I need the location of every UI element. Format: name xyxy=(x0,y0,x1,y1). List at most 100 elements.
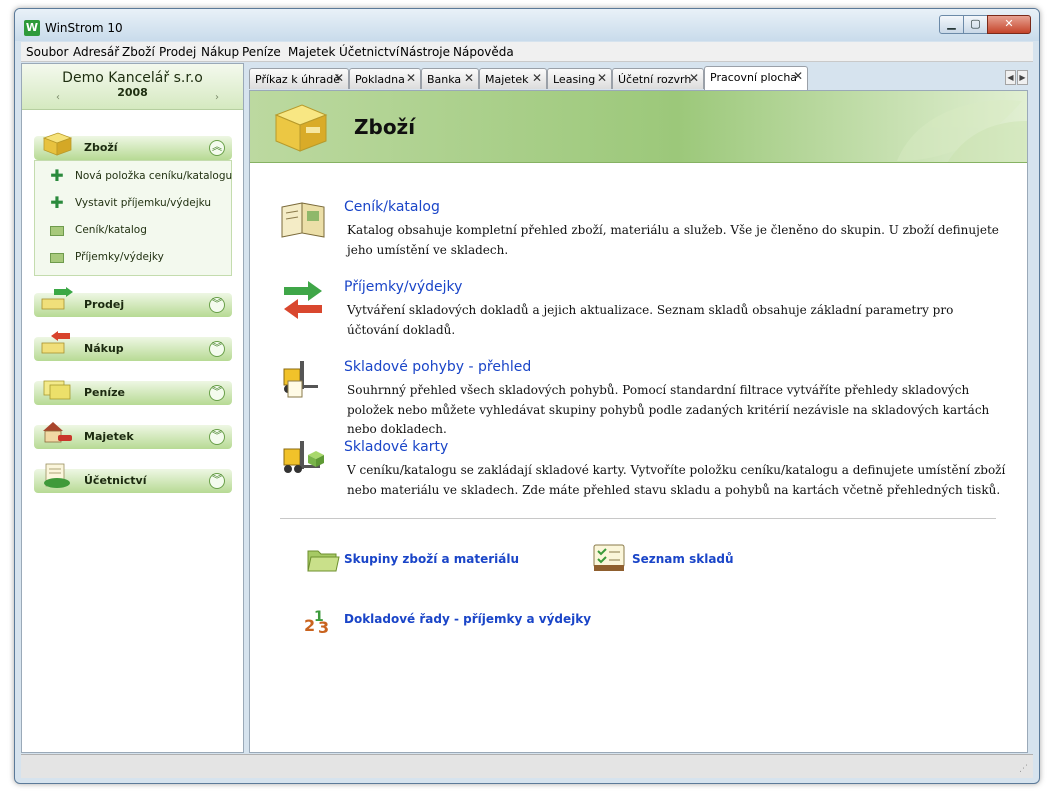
resize-grip-icon[interactable]: ⋰ xyxy=(1019,764,1031,776)
sidebar-item-label: Ceník/katalog xyxy=(75,224,147,236)
tab-scroll-right-icon[interactable]: ▶ xyxy=(1017,70,1028,85)
sidebar-item-label: Vystavit příjemku/výdejku xyxy=(75,197,212,209)
sidebar-section-zbozi[interactable]: Zboží ︽ xyxy=(34,132,232,160)
prev-year-icon[interactable]: ‹ xyxy=(56,92,60,103)
goods-box-icon xyxy=(42,132,73,156)
sidebar-item-label: Nová položka ceníku/katalogu xyxy=(75,170,233,182)
sidebar-section-nakup[interactable]: Nákup ︾ xyxy=(34,331,232,361)
tab-strip: Příkaz k úhradě ✕ Pokladna ✕ Banka ✕ Maj… xyxy=(249,66,1033,90)
leaf-decoration-icon xyxy=(897,100,1027,162)
folder-icon xyxy=(49,250,65,266)
entry-desc-skladove-karty: V ceníku/katalogu se zakládají skladové … xyxy=(347,463,1006,497)
link-seznam-skladu[interactable]: Seznam skladů xyxy=(632,552,734,566)
chevron-down-icon[interactable]: ︾ xyxy=(209,385,225,401)
link-dokladove-rady[interactable]: Dokladové řady - příjemky a výdejky xyxy=(344,612,591,626)
tab-label: Leasing xyxy=(553,73,596,86)
accounting-icon xyxy=(44,463,70,488)
chevron-up-icon[interactable]: ︽ xyxy=(209,140,225,156)
sidebar-section-label: Účetnictví xyxy=(84,474,147,487)
title-bar: W WinStrom 10 ▁ ▢ ✕ xyxy=(15,9,1039,41)
sidebar-section-penize[interactable]: Peníze ︾ xyxy=(34,380,232,405)
main-panel: Zboží Ceník/katalog Katalog obsahuje kom… xyxy=(249,90,1028,753)
tab-pracovni-plocha[interactable]: Pracovní plocha ✕ xyxy=(704,66,808,90)
close-icon[interactable]: ✕ xyxy=(334,71,344,85)
tab-majetek[interactable]: Majetek ✕ xyxy=(479,68,547,89)
tab-leasing[interactable]: Leasing ✕ xyxy=(547,68,612,89)
close-button[interactable]: ✕ xyxy=(987,15,1031,34)
forklift-icon xyxy=(283,441,324,473)
entry-desc-prijemky: Vytváření skladových dokladů a jejich ak… xyxy=(347,303,954,337)
close-icon[interactable]: ✕ xyxy=(464,71,474,85)
tab-label: Majetek xyxy=(485,73,529,86)
menu-zbozi[interactable]: Zboží xyxy=(122,45,155,59)
warehouse-list-icon xyxy=(593,544,625,571)
menu-nakup[interactable]: Nákup xyxy=(201,45,239,59)
close-icon[interactable]: ✕ xyxy=(689,71,699,85)
divider xyxy=(280,518,996,519)
next-year-icon[interactable]: › xyxy=(215,92,219,103)
menu-soubor[interactable]: Soubor xyxy=(26,45,68,59)
numbered-series-icon: 2 1 3 xyxy=(304,609,329,635)
menu-adresar[interactable]: Adresář xyxy=(73,45,119,59)
menu-napoveda[interactable]: Nápověda xyxy=(453,45,514,59)
menu-nastroje[interactable]: Nástroje xyxy=(400,45,450,59)
page-header: Zboží xyxy=(250,91,1027,163)
company-name: Demo Kancelář s.r.o xyxy=(62,70,203,86)
menu-prodej[interactable]: Prodej xyxy=(159,45,196,59)
plus-icon: ✚ xyxy=(50,193,64,212)
tab-prikaz-k-uhrade[interactable]: Příkaz k úhradě ✕ xyxy=(249,68,349,89)
link-skupiny-zbozi[interactable]: Skupiny zboží a materiálu xyxy=(344,552,519,566)
sidebar-section-label: Zboží xyxy=(84,141,118,154)
money-icon xyxy=(43,380,71,400)
entry-desc-skladove-pohyby: Souhrnný přehled všech skladových pohybů… xyxy=(347,383,990,436)
sidebar-section-ucetnictvi[interactable]: Účetnictví ︾ xyxy=(34,463,232,493)
forklift-report-icon xyxy=(283,361,318,398)
chevron-down-icon[interactable]: ︾ xyxy=(209,341,225,357)
maximize-button[interactable]: ▢ xyxy=(963,15,988,34)
folder-icon xyxy=(307,550,340,572)
tab-label: Pokladna xyxy=(355,73,405,86)
company-panel: Demo Kancelář s.r.o 2008 ‹ › xyxy=(22,64,243,110)
sidebar-section-majetek[interactable]: Majetek ︾ xyxy=(34,422,232,449)
close-icon[interactable]: ✕ xyxy=(532,71,542,85)
purchase-icon xyxy=(41,331,70,354)
tab-label: Účetní rozvrh xyxy=(618,73,692,86)
sidebar: Demo Kancelář s.r.o 2008 ‹ › Zboží ︽ ✚ N… xyxy=(21,63,244,753)
tab-pokladna[interactable]: Pokladna ✕ xyxy=(349,68,421,89)
close-icon[interactable]: ✕ xyxy=(406,71,416,85)
tab-banka[interactable]: Banka ✕ xyxy=(421,68,479,89)
sidebar-section-label: Prodej xyxy=(84,298,125,311)
minimize-button[interactable]: ▁ xyxy=(939,15,964,34)
menu-penize[interactable]: Peníze xyxy=(242,45,281,59)
sidebar-item-label: Příjemky/výdejky xyxy=(75,251,164,263)
entry-title-skladove-pohyby[interactable]: Skladové pohyby - přehled xyxy=(344,359,531,375)
sidebar-section-label: Majetek xyxy=(84,430,134,443)
app-window: W WinStrom 10 ▁ ▢ ✕ Soubor Adresář Zboží… xyxy=(14,8,1040,784)
property-icon xyxy=(43,422,72,443)
sidebar-section-label: Peníze xyxy=(84,386,125,399)
tab-label: Banka xyxy=(427,73,462,86)
close-icon[interactable]: ✕ xyxy=(793,69,803,83)
status-bar: ⋰ xyxy=(21,754,1033,778)
entry-desc-cenik: Katalog obsahuje kompletní přehled zboží… xyxy=(347,223,999,257)
sales-icon xyxy=(41,287,73,310)
svg-text:3: 3 xyxy=(318,618,329,635)
sidebar-section-label: Nákup xyxy=(84,342,124,355)
chevron-down-icon[interactable]: ︾ xyxy=(209,297,225,313)
menu-ucetnictvi[interactable]: Účetnictví xyxy=(339,45,399,59)
tab-label: Pracovní plocha xyxy=(710,71,798,84)
chevron-down-icon[interactable]: ︾ xyxy=(209,429,225,445)
arrows-in-out-icon xyxy=(284,281,322,319)
tab-ucetni-rozvrh[interactable]: Účetní rozvrh ✕ xyxy=(612,68,704,89)
menu-majetek[interactable]: Majetek xyxy=(288,45,335,59)
chevron-down-icon[interactable]: ︾ xyxy=(209,473,225,489)
sidebar-section-prodej[interactable]: Prodej ︾ xyxy=(34,287,232,317)
entry-title-skladove-karty[interactable]: Skladové karty xyxy=(344,439,448,455)
entry-title-cenik[interactable]: Ceník/katalog xyxy=(344,199,440,215)
catalog-book-icon xyxy=(281,202,325,238)
menu-bar: Soubor Adresář Zboží Prodej Nákup Peníze… xyxy=(21,42,1033,62)
entry-title-prijemky[interactable]: Příjemky/výdejky xyxy=(344,279,462,295)
tab-scroll-left-icon[interactable]: ◀ xyxy=(1005,70,1016,85)
close-icon[interactable]: ✕ xyxy=(597,71,607,85)
page-title: Zboží xyxy=(354,115,416,139)
